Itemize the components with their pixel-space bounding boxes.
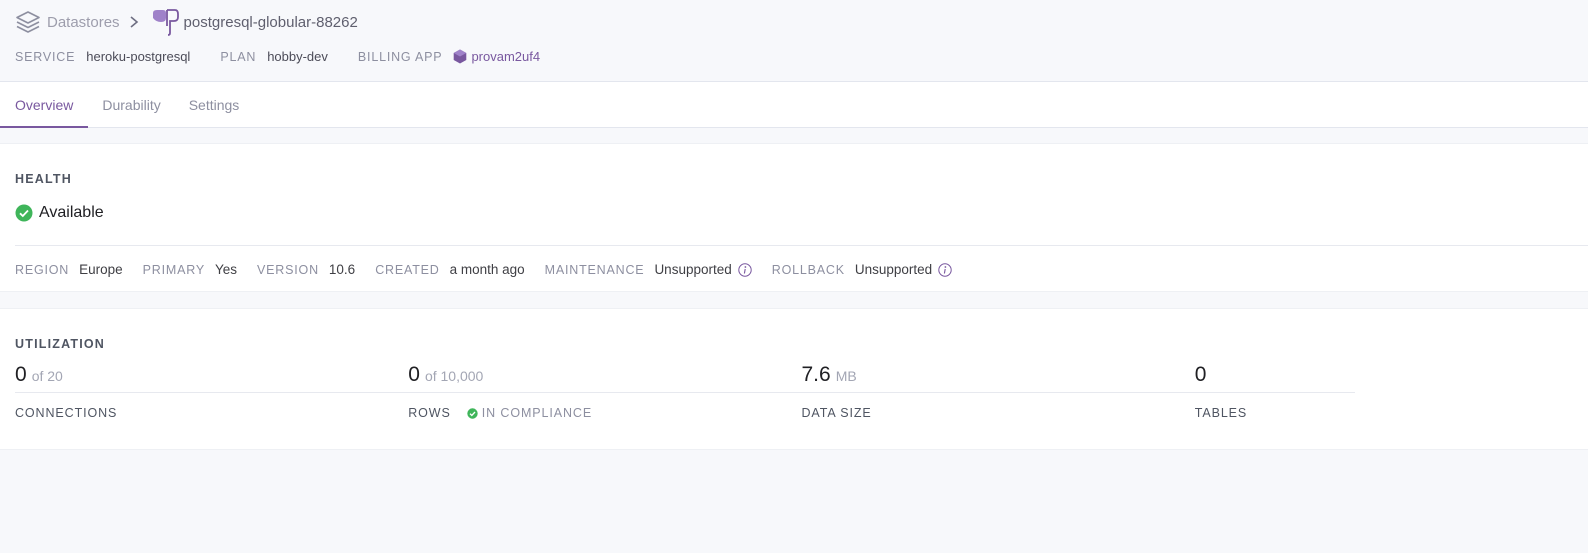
rollback-value: Unsupported (854, 262, 933, 277)
rollback-value-wrap: Unsupported (855, 262, 952, 277)
tab-overview[interactable]: Overview (0, 82, 89, 128)
rows-label-wrap: ROWS IN COMPLIANCE (408, 406, 592, 420)
maintenance-info-icon[interactable] (738, 262, 752, 277)
rows-value: 0 (408, 363, 420, 386)
maintenance-value-wrap: Unsupported (654, 262, 752, 277)
chevron-right-icon (128, 15, 142, 29)
health-status: Available (15, 204, 104, 222)
maintenance-value: Unsupported (654, 262, 732, 277)
compliance-text: IN COMPLIANCE (481, 406, 593, 420)
billing-app-key: BILLING APP (357, 49, 443, 64)
rows-limit: of 10,000 (424, 368, 484, 384)
app-hexagon-icon (453, 49, 467, 64)
metric-rule (15, 392, 462, 393)
postgres-icon (150, 8, 180, 36)
billing-app-link[interactable]: provam2uf4 (453, 49, 540, 64)
health-title: HEALTH (15, 172, 72, 186)
rollback-key: ROLLBACK (771, 262, 845, 277)
created-key: CREATED (375, 262, 440, 277)
connections-value: 0 (15, 363, 27, 386)
health-status-text: Available (39, 204, 104, 221)
connections-limit: of 20 (31, 368, 63, 384)
compliance-badge: IN COMPLIANCE (467, 406, 592, 420)
check-circle-icon (15, 204, 33, 222)
check-circle-icon (467, 407, 478, 419)
breadcrumb: Datastores postgresql-globular-88262 (15, 8, 358, 36)
datastore-attributes: REGION Europe PRIMARY Yes VERSION 10.6 C… (15, 262, 972, 277)
datastore-name: postgresql-globular-88262 (183, 13, 358, 31)
tab-bar: Overview Durability Settings (0, 82, 1588, 128)
breadcrumb-datastores-link[interactable]: Datastores (47, 14, 120, 31)
metric-rule (408, 392, 856, 393)
billing-app-name: provam2uf4 (471, 49, 541, 64)
utilization-metrics: 0 of 20 CONNECTIONS 0 of 10,000 ROWS IN … (15, 363, 1588, 423)
created-value: a month ago (449, 262, 525, 277)
metric-data-size: 7.6 MB DATA SIZE (801, 363, 1249, 423)
divider (15, 245, 1588, 246)
data-size-label: DATA SIZE (801, 406, 872, 420)
region-key: REGION (15, 262, 70, 277)
tables-label: TABLES (1194, 406, 1248, 420)
maintenance-key: MAINTENANCE (544, 262, 645, 277)
rows-label: ROWS (408, 406, 451, 420)
metric-rule (1194, 392, 1355, 393)
data-size-unit: MB (835, 368, 857, 384)
page-header: Datastores postgresql-globular-88262 SER… (0, 0, 1588, 82)
service-key: SERVICE (15, 49, 76, 64)
health-panel: HEALTH Available REGION Europe PRIMARY Y… (0, 143, 1588, 292)
region-value: Europe (79, 262, 123, 277)
datastores-icon[interactable] (15, 8, 43, 36)
version-key: VERSION (257, 262, 319, 277)
datastore-meta: SERVICE heroku-postgresql PLAN hobby-dev… (15, 49, 540, 64)
primary-value: Yes (215, 262, 238, 277)
utilization-panel: UTILIZATION 0 of 20 CONNECTIONS 0 of 10,… (0, 308, 1588, 450)
connections-label: CONNECTIONS (15, 406, 118, 420)
plan-key: PLAN (220, 49, 257, 64)
tab-durability[interactable]: Durability (88, 82, 174, 127)
tab-settings[interactable]: Settings (175, 82, 254, 127)
data-size-value: 7.6 (801, 363, 831, 386)
metric-rows: 0 of 10,000 ROWS IN COMPLIANCE (408, 363, 856, 423)
utilization-title: UTILIZATION (15, 337, 106, 351)
metric-connections: 0 of 20 CONNECTIONS (15, 363, 462, 423)
metric-rule (801, 392, 1249, 393)
rollback-info-icon[interactable] (938, 262, 952, 277)
tables-value: 0 (1194, 363, 1207, 386)
version-value: 10.6 (328, 262, 356, 277)
primary-key: PRIMARY (142, 262, 205, 277)
metric-tables: 0 TABLES (1194, 363, 1588, 423)
service-value: heroku-postgresql (86, 49, 191, 64)
plan-value: hobby-dev (267, 49, 328, 64)
